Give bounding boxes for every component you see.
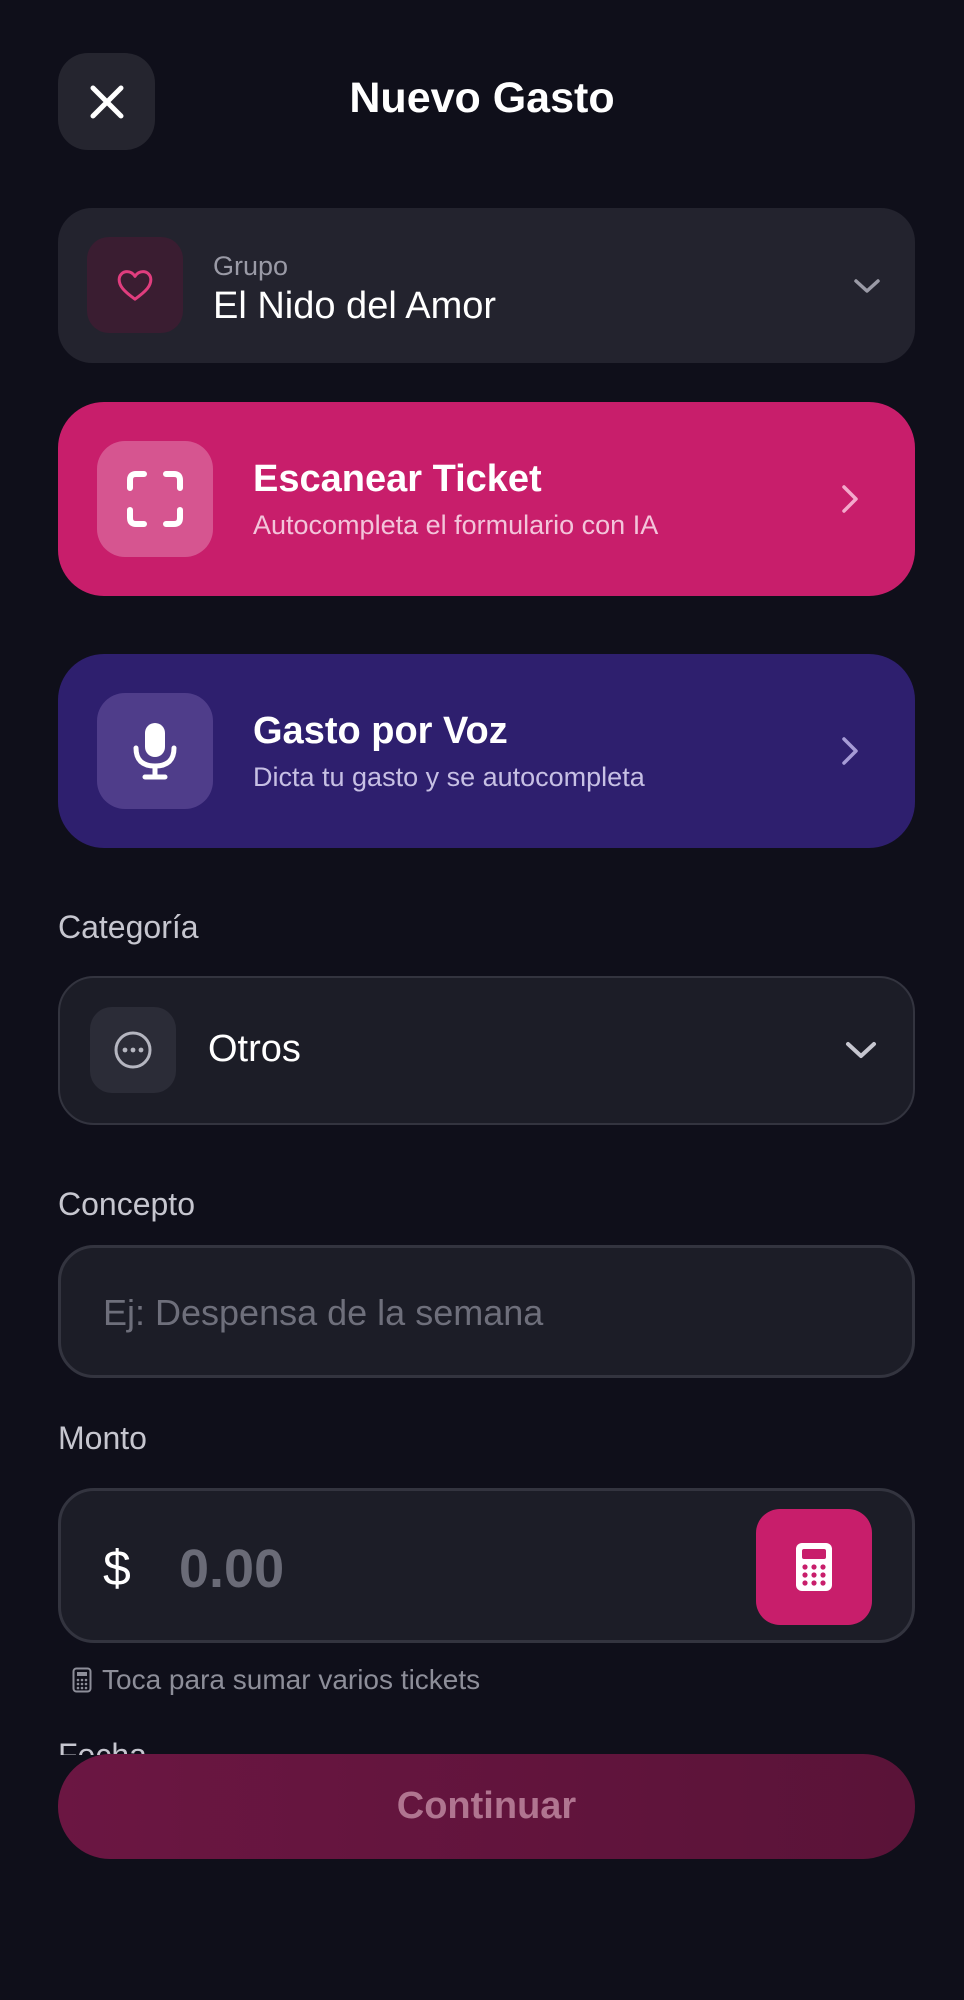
chevron-down-icon	[854, 279, 880, 293]
amount-label: Monto	[58, 1420, 147, 1456]
calculator-button[interactable]	[756, 1509, 872, 1625]
category-value: Otros	[208, 1028, 301, 1070]
more-horizontal-icon	[114, 1031, 152, 1069]
group-selector[interactable]: Grupo El Nido del Amor	[58, 208, 915, 363]
category-select[interactable]: Otros	[58, 976, 915, 1125]
category-icon-tile	[90, 1007, 176, 1093]
amount-hint-text: Toca para sumar varios tickets	[102, 1664, 481, 1695]
calculator-icon	[796, 1543, 832, 1591]
concept-input[interactable]: Ej: Despensa de la semana	[58, 1245, 915, 1378]
continue-button[interactable]: Continuar	[58, 1754, 915, 1859]
microphone-icon	[133, 723, 177, 780]
chevron-right-icon	[842, 737, 858, 765]
amount-placeholder: 0.00	[179, 1539, 285, 1599]
date-label: Fecha	[58, 1737, 147, 1755]
currency-symbol: $	[103, 1540, 131, 1596]
voice-expense-button[interactable]: Gasto por Voz Dicta tu gasto y se autoco…	[58, 654, 915, 848]
mic-icon-tile	[97, 693, 213, 809]
scan-ticket-button[interactable]: Escanear Ticket Autocompleta el formular…	[58, 402, 915, 596]
concept-placeholder: Ej: Despensa de la semana	[103, 1292, 544, 1333]
scan-icon-tile	[97, 441, 213, 557]
continue-label: Continuar	[396, 1785, 577, 1827]
category-label: Categoría	[58, 909, 199, 945]
scan-title: Escanear Ticket	[253, 458, 542, 500]
group-name: El Nido del Amor	[213, 285, 497, 327]
voice-subtitle: Dicta tu gasto y se autocompleta	[253, 762, 645, 792]
amount-hint: Toca para sumar varios tickets	[72, 1664, 480, 1696]
scan-icon	[127, 471, 183, 527]
amount-input[interactable]: $ 0.00	[58, 1488, 915, 1643]
voice-title: Gasto por Voz	[253, 710, 508, 752]
new-expense-screen: Nuevo Gasto Grupo El Nido del Amor Escan…	[0, 0, 964, 2000]
heart-icon	[117, 270, 153, 301]
chevron-right-icon	[842, 485, 858, 513]
group-label: Grupo	[213, 251, 289, 281]
calculator-icon	[72, 1667, 92, 1693]
scan-subtitle: Autocompleta el formulario con IA	[253, 510, 659, 540]
group-avatar	[87, 237, 183, 333]
page-title: Nuevo Gasto	[349, 74, 615, 122]
chevron-down-icon	[846, 1042, 876, 1058]
concept-label: Concepto	[58, 1186, 195, 1222]
